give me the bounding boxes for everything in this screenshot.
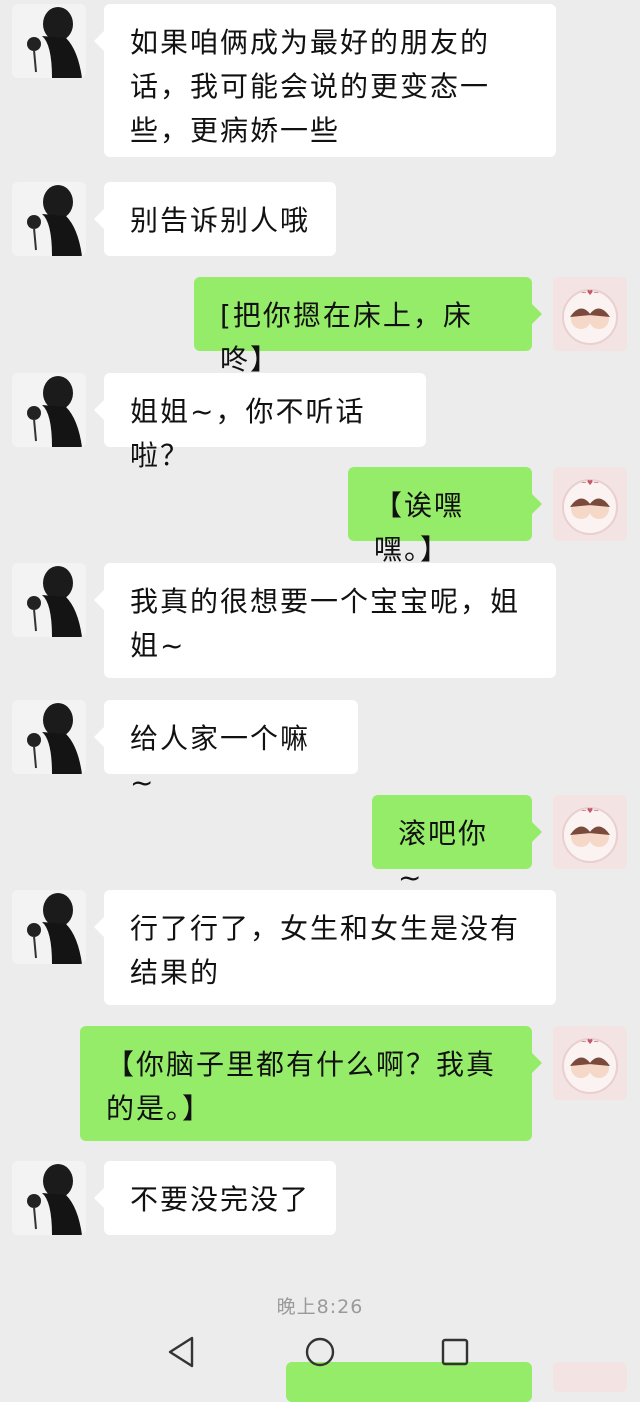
home-circle-icon[interactable]	[300, 1332, 340, 1372]
recents-square-icon[interactable]	[435, 1332, 475, 1372]
back-triangle-icon[interactable]	[162, 1332, 202, 1372]
user-avatar[interactable]: ~♥~	[553, 467, 627, 541]
contact-avatar[interactable]	[12, 890, 86, 964]
incoming-message-bubble[interactable]: 别告诉别人哦	[94, 182, 336, 256]
incoming-message-bubble[interactable]: 行了行了，女生和女生是没有结果的	[94, 890, 556, 1005]
contact-avatar[interactable]	[12, 700, 86, 774]
contact-avatar[interactable]	[12, 182, 86, 256]
outgoing-message-bubble[interactable]: 【你脑子里都有什么啊？我真的是。】	[80, 1026, 542, 1141]
system-navigation-bar	[0, 1318, 640, 1387]
outgoing-message-bubble[interactable]: 【诶嘿嘿。】	[348, 467, 542, 566]
svg-text:~♥~: ~♥~	[581, 807, 599, 815]
outgoing-message-bubble[interactable]: [把你摁在床上，床咚】	[194, 277, 542, 376]
contact-avatar[interactable]	[12, 563, 86, 637]
contact-avatar[interactable]	[12, 4, 86, 78]
contact-avatar[interactable]	[12, 1161, 86, 1235]
outgoing-message-bubble[interactable]: 滚吧你~	[372, 795, 542, 894]
incoming-message-bubble[interactable]: 不要没完没了	[94, 1161, 336, 1235]
incoming-message-bubble[interactable]: 姐姐~，你不听话啦？	[94, 373, 426, 472]
incoming-message-bubble[interactable]: 我真的很想要一个宝宝呢，姐姐~	[94, 563, 556, 678]
message-timestamp: 晚上8:26	[276, 1296, 364, 1318]
user-avatar[interactable]: ~♥~	[553, 1026, 627, 1100]
contact-avatar[interactable]	[12, 373, 86, 447]
incoming-message-bubble[interactable]: 如果咱俩成为最好的朋友的话，我可能会说的更变态一些，更病娇一些	[94, 4, 556, 157]
user-avatar[interactable]: ~♥~	[553, 277, 627, 351]
svg-text:~♥~: ~♥~	[581, 479, 599, 487]
svg-text:~♥~: ~♥~	[581, 1038, 599, 1046]
svg-text:~♥~: ~♥~	[581, 289, 599, 297]
user-avatar[interactable]: ~♥~	[553, 795, 627, 869]
incoming-message-bubble[interactable]: 给人家一个嘛~	[94, 700, 358, 799]
